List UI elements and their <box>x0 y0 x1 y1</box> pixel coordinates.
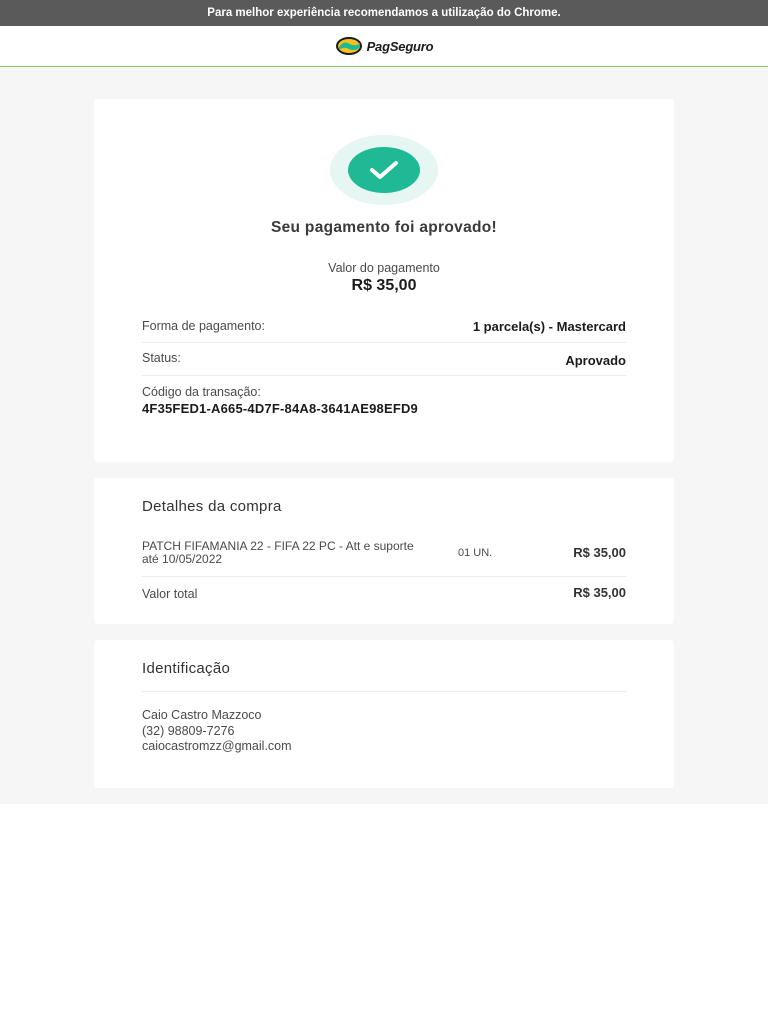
browser-recommendation-banner: Para melhor experiência recomendamos a u… <box>0 0 768 26</box>
customer-phone: (32) 98809-7276 <box>142 724 235 738</box>
payment-approved-title: Seu pagamento foi aprovado! <box>271 219 497 236</box>
status-row: Status: Aprovado <box>142 351 626 368</box>
payment-method-value: 1 parcela(s) - Mastercard <box>472 319 626 334</box>
customer-name: Caio Castro Mazzoco <box>142 708 262 722</box>
purchase-details-title: Detalhes da compra <box>142 498 282 515</box>
payment-method-row: Forma de pagamento: 1 parcela(s) - Maste… <box>142 319 626 334</box>
item-price: R$ 35,00 <box>573 545 626 560</box>
item-quantity: 01 UN. <box>458 547 493 559</box>
page-content: Seu pagamento foi aprovado! Valor do pag… <box>0 67 768 804</box>
success-indicator <box>330 135 438 205</box>
banner-text: Para melhor experiência recomendamos a u… <box>207 7 561 19</box>
brand-logo[interactable]: PagSeguro <box>335 36 434 56</box>
check-icon <box>370 161 398 179</box>
total-label: Valor total <box>142 587 198 601</box>
total-value: R$ 35,00 <box>573 585 626 600</box>
brand-name: PagSeguro <box>366 38 434 54</box>
divider <box>142 342 626 343</box>
success-badge <box>348 147 420 193</box>
transaction-code-value: 4F35FED1-A665-4D7F-84A8-3641AE98EFD9 <box>142 401 418 416</box>
payment-status-card: Seu pagamento foi aprovado! Valor do pag… <box>94 99 674 462</box>
payment-method-label: Forma de pagamento: <box>142 319 265 333</box>
status-label: Status: <box>142 351 181 365</box>
customer-email: caiocastromzz@gmail.com <box>142 739 292 753</box>
divider <box>142 576 626 577</box>
transaction-code-label: Código da transação: <box>142 385 261 399</box>
identification-title: Identificação <box>142 660 231 677</box>
amount-value: R$ 35,00 <box>351 277 417 294</box>
purchase-details-card: Detalhes da compra PATCH FIFAMANIA 22 - … <box>94 478 674 624</box>
divider <box>142 375 626 376</box>
status-value: Aprovado <box>565 353 626 368</box>
pagseguro-logo-icon <box>335 37 362 55</box>
divider <box>142 691 626 692</box>
site-header: PagSeguro <box>0 26 768 67</box>
item-name: PATCH FIFAMANIA 22 - FIFA 22 PC - Att e … <box>142 539 414 566</box>
amount-label: Valor do pagamento <box>328 261 440 275</box>
identification-card: Identificação Caio Castro Mazzoco (32) 9… <box>94 640 674 788</box>
